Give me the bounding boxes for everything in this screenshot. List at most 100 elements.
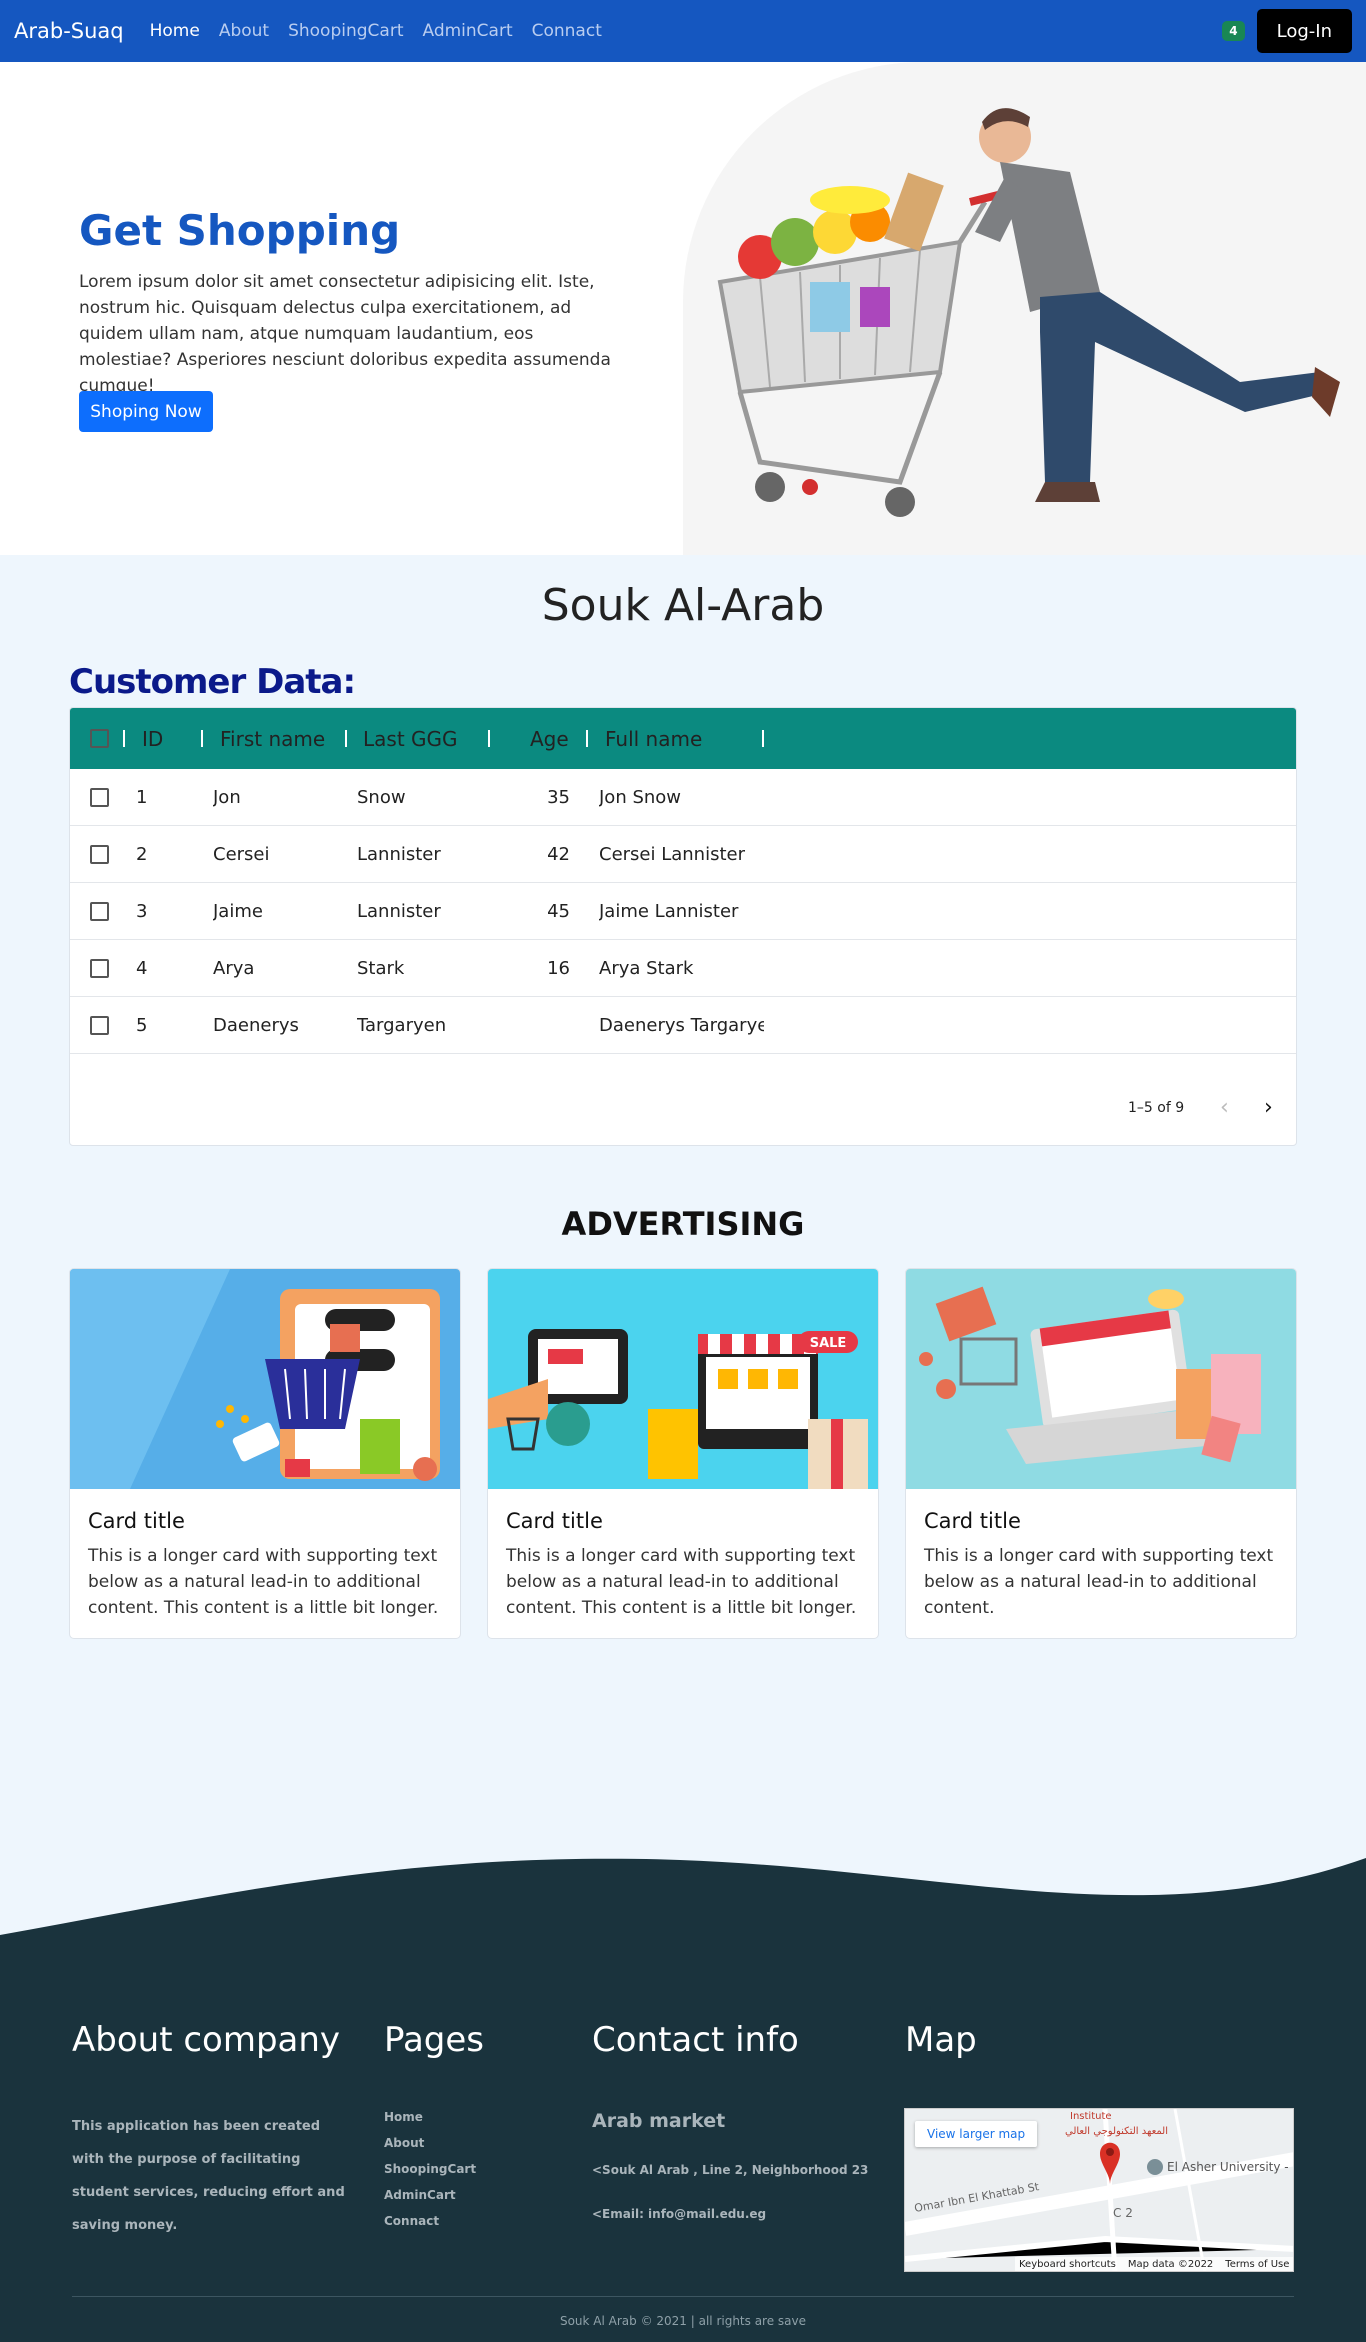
grid-header: ID First name Last GGG Age Full name [70,708,1296,769]
brand-logo[interactable]: Arab-Suaq [14,19,124,43]
cell-age: 35 [547,787,570,808]
footer-wave [0,1858,1366,1960]
laptop-shopping-image [906,1269,1296,1489]
card-title: Card title [924,1509,1021,1533]
cell-id: 3 [136,901,148,922]
man-with-shopping-cart-image [717,108,1340,517]
about-company-text: This application has been created with t… [72,2119,345,2233]
nav-about[interactable]: About [219,21,269,41]
cell-age: 16 [547,958,570,979]
contact-email: <Email: info@mail.edu.eg [592,2207,767,2221]
ad-card[interactable]: Card title This is a longer card with su… [69,1268,461,1639]
column-header-id[interactable]: ID [142,708,163,769]
login-button[interactable]: Log-In [1256,9,1352,53]
cell-full-name: Arya Stark [599,958,694,979]
cell-first-name: Daenerys [213,1015,299,1036]
shop-now-button[interactable]: Shoping Now [79,391,213,432]
cell-age: 45 [547,901,570,922]
row-checkbox[interactable] [90,788,109,807]
cell-last-name: Stark [357,958,405,979]
cell-last-name: Lannister [357,901,441,922]
nav-connact[interactable]: Connact [532,21,602,41]
cell-first-name: Jaime [213,901,263,922]
card-text: This is a longer card with supporting te… [924,1546,1274,1618]
customer-data-title: Customer Data: [69,662,356,702]
keyboard-shortcuts-link[interactable]: Keyboard shortcuts [1019,2259,1116,2270]
cell-full-name: Daenerys Targaryen [599,1015,764,1036]
map-place-label: Institute [1070,2111,1112,2122]
cell-last-name: Targaryen [357,1015,447,1036]
column-header-full-name[interactable]: Full name [605,708,702,769]
nav-shopping-cart[interactable]: ShoopingCart [288,21,403,41]
ad-card[interactable]: Card title This is a longer card with su… [905,1268,1297,1639]
column-header-age[interactable]: Age [530,708,569,769]
cell-first-name: Arya [213,958,255,979]
nav-admin-cart[interactable]: AdminCart [422,21,512,41]
cell-id: 5 [136,1015,148,1036]
row-checkbox[interactable] [90,902,109,921]
row-checkbox[interactable] [90,845,109,864]
cell-last-name: Snow [357,787,406,808]
previous-page-icon[interactable]: ‹ [1220,1095,1229,1120]
card-title: Card title [506,1509,603,1533]
nav-home[interactable]: Home [150,21,200,41]
card-text: This is a longer card with supporting te… [88,1546,439,1618]
table-row[interactable]: 3 Jaime Lannister 45 Jaime Lannister [70,883,1296,940]
copyright-text: Souk Al Arab © 2021 | all rights are sav… [559,2314,807,2328]
pagination-info: 1–5 of 9 [1128,1100,1185,1116]
table-row[interactable]: 1 Jon Snow 35 Jon Snow [70,769,1296,826]
card-text: This is a longer card with supporting te… [506,1546,857,1618]
cart-count-badge[interactable]: 4 [1222,21,1245,41]
footer-divider [72,2296,1294,2297]
footer-link-admin-cart[interactable]: AdminCart [384,2188,476,2214]
pages-heading: Pages [384,2020,485,2060]
map-heading: Map [905,2020,977,2060]
row-checkbox[interactable] [90,959,109,978]
contact-name: Arab market [592,2110,726,2132]
cell-first-name: Cersei [213,844,270,865]
online-store-image: SALE [488,1269,878,1489]
footer-link-home[interactable]: Home [384,2110,476,2136]
table-row[interactable]: 5 Daenerys Targaryen Daenerys Targaryen [70,997,1296,1054]
footer-pages-list: Home About ShoopingCart AdminCart Connac… [384,2110,476,2240]
map-data-text: Map data ©2022 [1127,2258,1214,2270]
terms-of-use-link[interactable]: Terms of Use [1225,2259,1289,2270]
cell-first-name: Jon [213,787,241,808]
navbar: Arab-Suaq Home About ShoopingCart AdminC… [0,0,1366,62]
next-page-icon[interactable]: › [1264,1095,1273,1120]
map-c2-label: C 2 [1113,2206,1133,2220]
ad-card[interactable]: SALE Card title This is a longer card wi… [487,1268,879,1639]
map-arabic-label: المعهد التكنولوجي العالي [1065,2126,1168,2137]
cell-id: 4 [136,958,148,979]
cell-full-name: Jaime Lannister [599,901,739,922]
footer-link-shopping-cart[interactable]: ShoopingCart [384,2162,476,2188]
contact-address: <Souk Al Arab , Line 2, Neighborhood 23 [592,2163,869,2177]
customer-data-grid: ID First name Last GGG Age Full name 1 J… [69,707,1297,1146]
footer-link-about[interactable]: About [384,2136,476,2162]
contact-info-heading: Contact info [592,2020,799,2060]
table-row[interactable]: 4 Arya Stark 16 Arya Stark [70,940,1296,997]
cell-full-name: Cersei Lannister [599,844,746,865]
row-checkbox[interactable] [90,1016,109,1035]
hero-section: Get Shopping Lorem ipsum dolor sit amet … [0,62,1366,555]
hero-text: Lorem ipsum dolor sit amet consectetur a… [79,272,611,396]
cell-id: 1 [136,787,148,808]
advertising-title: ADVERTISING [561,1205,805,1243]
card-title: Card title [88,1509,185,1533]
table-row[interactable]: 2 Cersei Lannister 42 Cersei Lannister [70,826,1296,883]
view-larger-map-link[interactable]: View larger map [915,2121,1038,2147]
column-header-last-name[interactable]: Last GGG [363,708,458,769]
cell-age [510,997,570,1054]
column-header-first-name[interactable]: First name [220,708,325,769]
map-attribution: Keyboard shortcuts Map data ©2022 Terms … [1015,2257,1293,2271]
footer-link-connact[interactable]: Connact [384,2214,476,2240]
map-university-label: El Asher University - EAU [1167,2160,1294,2174]
cell-full-name: Jon Snow [599,787,682,808]
about-company-heading: About company [72,2020,341,2060]
hero-title: Get Shopping [79,206,401,255]
section-title: Souk Al-Arab [541,580,825,631]
select-all-checkbox[interactable] [90,729,109,748]
cell-age: 42 [547,844,570,865]
sale-badge: SALE [810,1336,847,1351]
google-map[interactable]: Institute المعهد التكنولوجي العالي El As… [904,2108,1294,2272]
